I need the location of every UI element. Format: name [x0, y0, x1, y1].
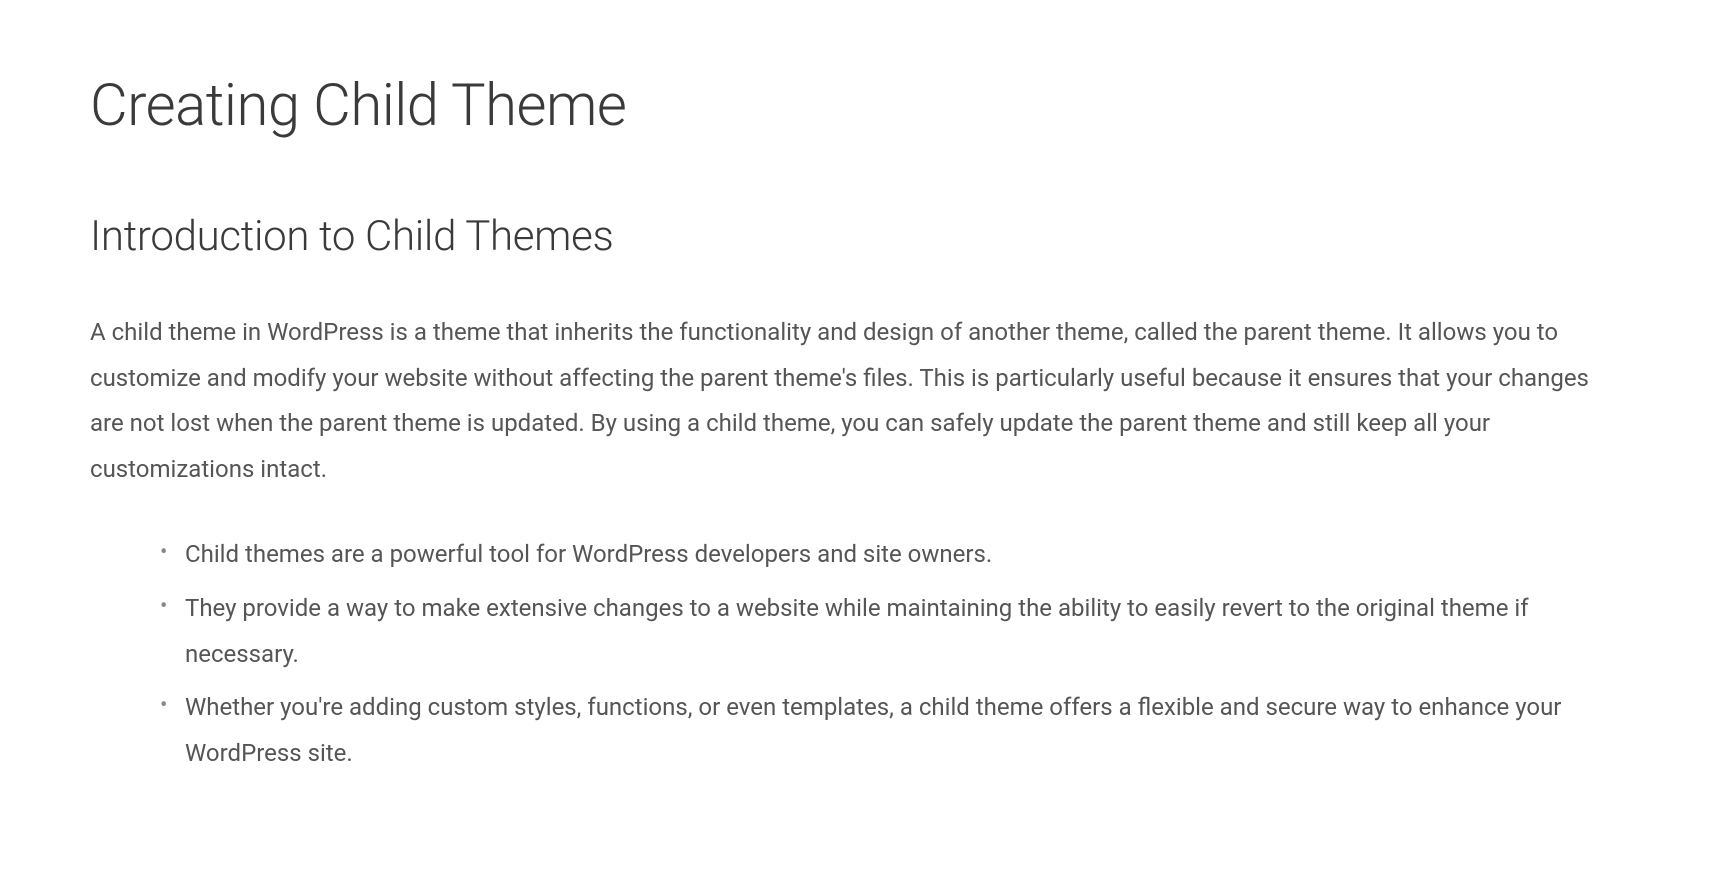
list-item: They provide a way to make extensive cha… — [160, 586, 1620, 677]
bullet-list: Child themes are a powerful tool for Wor… — [90, 532, 1620, 776]
list-item: Child themes are a powerful tool for Wor… — [160, 532, 1620, 578]
intro-paragraph: A child theme in WordPress is a theme th… — [90, 310, 1620, 492]
page-title: Creating Child Theme — [90, 60, 1620, 153]
section-heading: Introduction to Child Themes — [90, 203, 1620, 270]
list-item: Whether you're adding custom styles, fun… — [160, 685, 1620, 776]
